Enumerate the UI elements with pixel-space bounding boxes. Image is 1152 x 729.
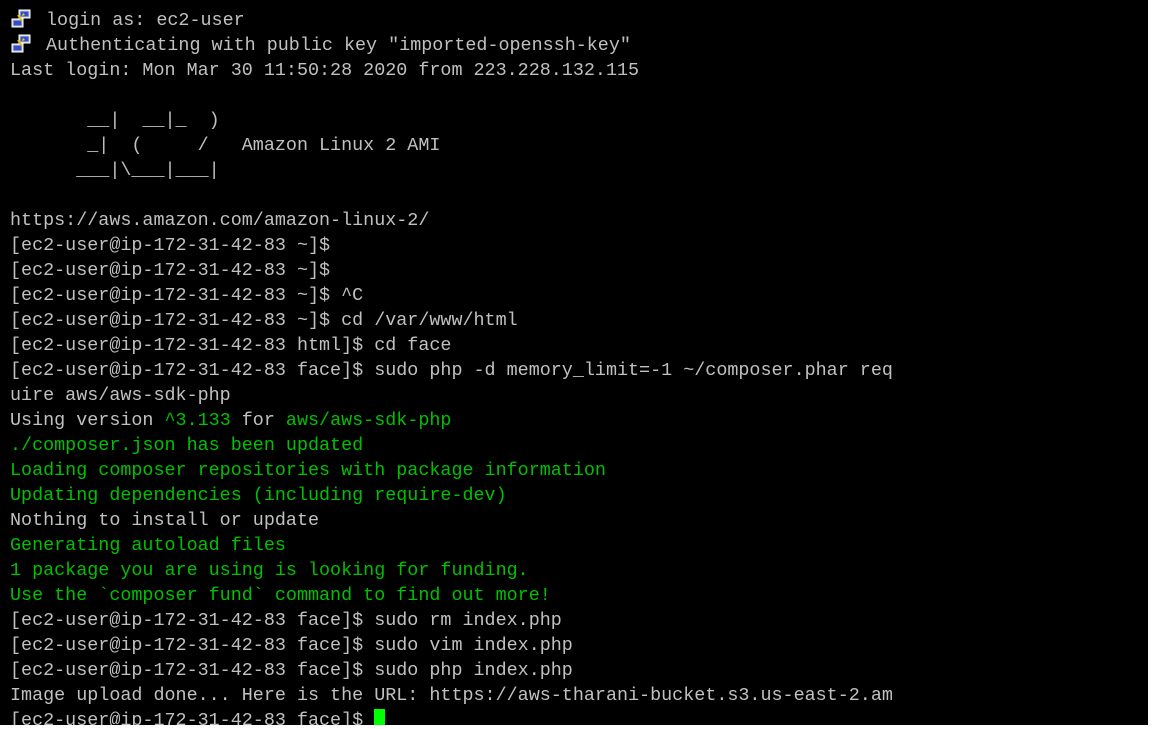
- command-line: [ec2-user@ip-172-31-42-83 face]$ sudo ph…: [10, 360, 893, 381]
- banner-art-line-2: _| ( / Amazon Linux 2 AMI: [10, 135, 441, 156]
- auth-line: Authenticating with public key "imported…: [10, 33, 1148, 58]
- terminal-output: login as: ec2-user Authenticating with p…: [10, 8, 1148, 729]
- upload-result-line: Image upload done... Here is the URL: ht…: [10, 685, 893, 706]
- banner-label: Amazon Linux 2 AMI: [241, 135, 441, 156]
- output-line: Nothing to install or update: [10, 510, 320, 531]
- banner-art-line-3: ___|\___|___|: [10, 160, 220, 181]
- command-line: [ec2-user@ip-172-31-42-83 html]$ cd face: [10, 335, 452, 356]
- active-prompt-line[interactable]: [ec2-user@ip-172-31-42-83 face]$: [10, 708, 1148, 729]
- output-line: Updating dependencies (including require…: [10, 485, 507, 506]
- command-line: [ec2-user@ip-172-31-42-83 ~]$: [10, 260, 331, 281]
- output-line: 1 package you are using is looking for f…: [10, 560, 529, 581]
- command-line: [ec2-user@ip-172-31-42-83 ~]$: [10, 235, 331, 256]
- login-line: login as: ec2-user: [10, 8, 1148, 33]
- putty-icon: [11, 34, 31, 53]
- using-version-line: Using version ^3.133 for aws/aws-sdk-php: [10, 410, 452, 431]
- output-line: Loading composer repositories with packa…: [10, 460, 606, 481]
- output-line: Generating autoload files: [10, 535, 286, 556]
- command-line: [ec2-user@ip-172-31-42-83 face]$ sudo ph…: [10, 660, 573, 681]
- output-line: ./composer.json has been updated: [10, 435, 364, 456]
- banner-art-line-1: __| __|_ ): [10, 110, 220, 131]
- command-line: [ec2-user@ip-172-31-42-83 face]$ sudo rm…: [10, 610, 562, 631]
- command-line-wrap: uire aws/aws-sdk-php: [10, 385, 231, 406]
- shell-prompt: [ec2-user@ip-172-31-42-83 face]$: [10, 710, 375, 729]
- output-line: Use the `composer fund` command to find …: [10, 585, 551, 606]
- last-login-line: Last login: Mon Mar 30 11:50:28 2020 fro…: [10, 60, 640, 81]
- terminal-window[interactable]: login as: ec2-user Authenticating with p…: [0, 0, 1152, 729]
- command-line: [ec2-user@ip-172-31-42-83 ~]$ cd /var/ww…: [10, 310, 518, 331]
- text-cursor[interactable]: [374, 709, 386, 725]
- command-line: [ec2-user@ip-172-31-42-83 face]$ sudo vi…: [10, 635, 573, 656]
- putty-icon: [11, 9, 31, 28]
- command-line: [ec2-user@ip-172-31-42-83 ~]$ ^C: [10, 285, 364, 306]
- url-line: https://aws.amazon.com/amazon-linux-2/: [10, 210, 430, 231]
